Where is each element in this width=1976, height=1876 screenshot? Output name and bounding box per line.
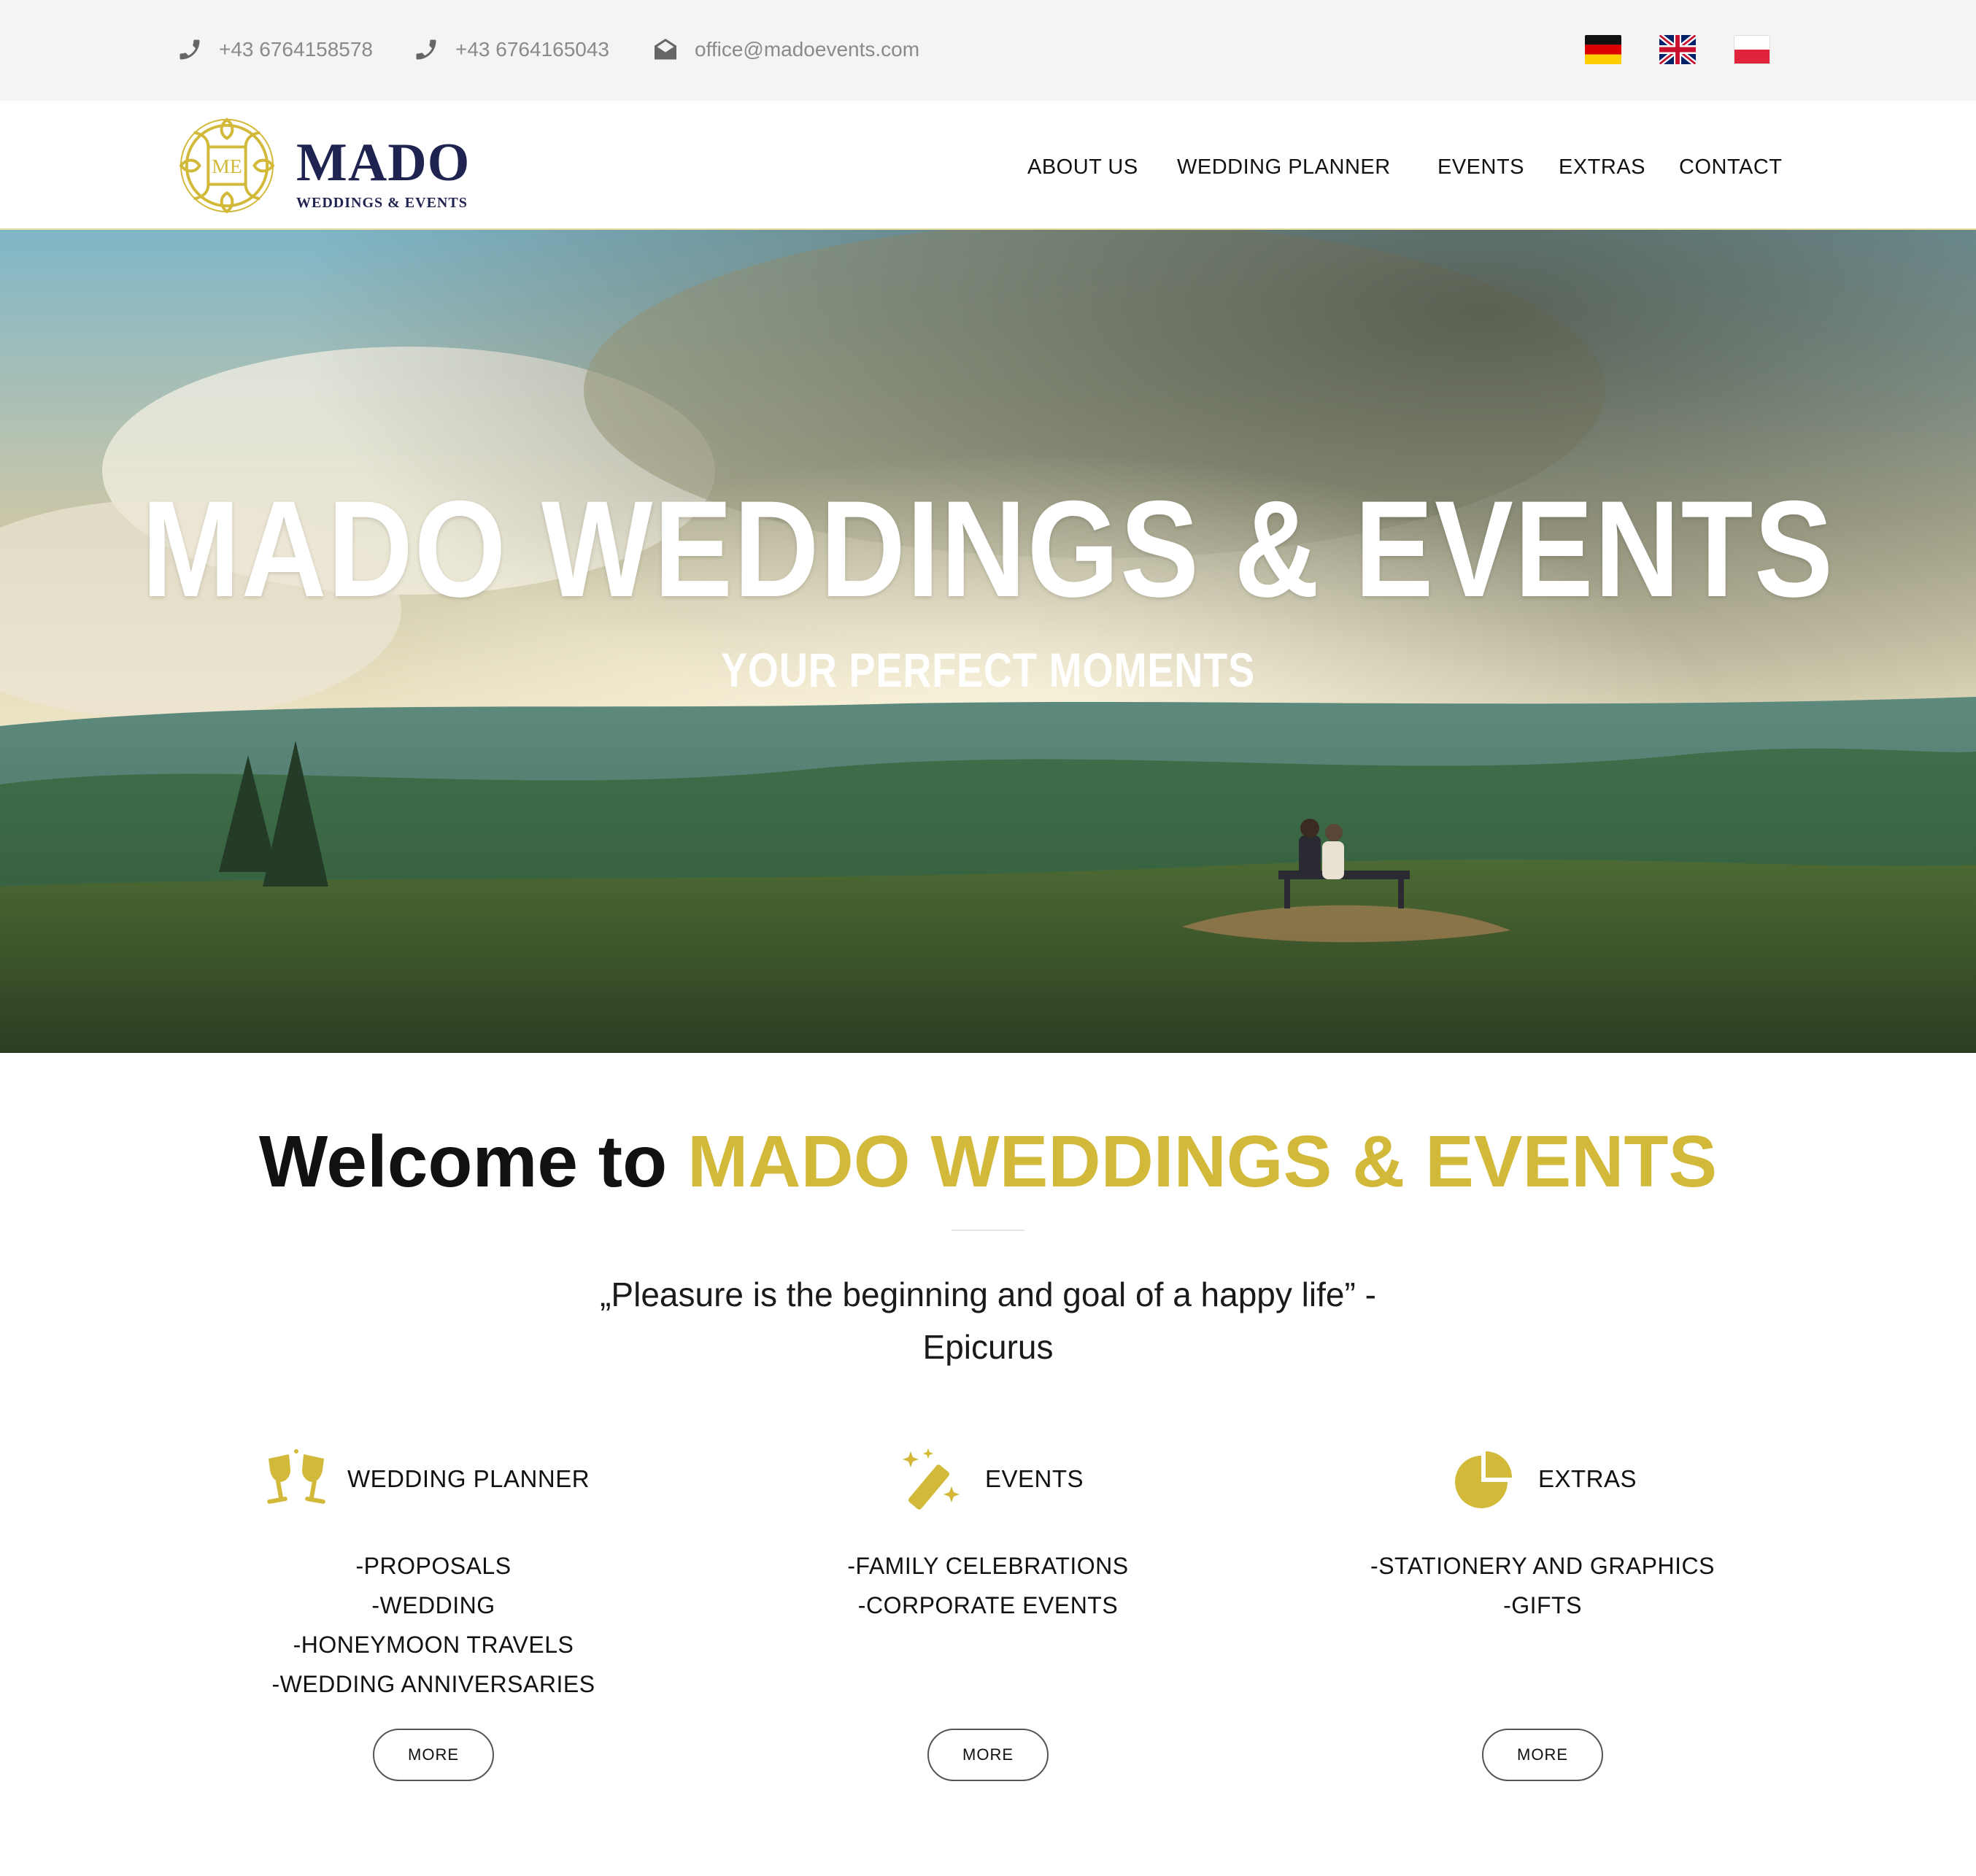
extras-more-button[interactable]: MORE — [1482, 1729, 1603, 1781]
phone-number-2: +43 6764165043 — [455, 38, 609, 61]
list-item: -PROPOSALS — [355, 1553, 512, 1579]
site-header: ME MADO WEDDINGS & EVENTS ABOUT US WEDDI… — [0, 101, 1976, 230]
wedding-planner-list: -PROPOSALS -WEDDING -HONEYMOON TRAVELS -… — [142, 1546, 725, 1704]
feature-extras-header: EXTRAS — [1452, 1448, 1637, 1510]
nav-contact[interactable]: CONTACT — [1679, 155, 1783, 180]
welcome-prefix: Welcome to — [258, 1121, 668, 1203]
feature-title: EXTRAS — [1538, 1465, 1637, 1492]
email-contact[interactable]: office@madoevents.com — [652, 32, 919, 67]
language-german-flag[interactable] — [1585, 35, 1621, 64]
events-list: -FAMILY CELEBRATIONS -CORPORATE EVENTS — [696, 1546, 1280, 1625]
hero-banner: MADO WEDDINGS & EVENTS YOUR PERFECT MOME… — [0, 230, 1976, 1053]
list-item: -STATIONERY AND GRAPHICS — [1370, 1553, 1715, 1579]
events-more-button[interactable]: MORE — [927, 1729, 1049, 1781]
list-item: -FAMILY CELEBRATIONS — [847, 1553, 1129, 1579]
logo-emblem-icon: ME — [179, 117, 275, 214]
pie-chart-icon — [1455, 1451, 1512, 1508]
epicurus-quote: „Pleasure is the beginning and goal of a… — [477, 1268, 1499, 1373]
magic-wand-icon — [903, 1448, 960, 1510]
welcome-brand: MADO WEDDINGS & EVENTS — [687, 1121, 1718, 1203]
nav-events[interactable]: EVENTS — [1437, 155, 1524, 180]
phone-number-1: +43 6764158578 — [219, 38, 373, 61]
nav-extras[interactable]: EXTRAS — [1559, 155, 1645, 180]
hero-subtitle: YOUR PERFECT MOMENTS — [720, 643, 1256, 697]
feature-wedding-planner-header: WEDDING PLANNER — [261, 1448, 590, 1510]
feature-title: WEDDING PLANNER — [347, 1465, 590, 1492]
logo-name: MADO — [296, 133, 471, 193]
quote-line-1: „Pleasure is the beginning and goal of a… — [600, 1275, 1376, 1313]
list-item: -CORPORATE EVENTS — [857, 1592, 1119, 1618]
language-polish-flag[interactable] — [1734, 35, 1770, 64]
welcome-heading: Welcome to MADO WEDDINGS & EVENTS — [0, 1124, 1976, 1200]
logo-monogram: ME — [212, 155, 242, 177]
phone-icon — [177, 36, 203, 63]
nav-wedding-planner[interactable]: WEDDING PLANNER — [1177, 155, 1391, 180]
quote-line-2: Epicurus — [922, 1328, 1054, 1366]
hero-title: MADO WEDDINGS & EVENTS — [142, 472, 1834, 625]
email-address: office@madoevents.com — [695, 38, 920, 61]
nav-about-us[interactable]: ABOUT US — [1027, 155, 1138, 180]
extras-list: -STATIONERY AND GRAPHICS -GIFTS — [1251, 1546, 1834, 1625]
site-logo[interactable]: ME MADO WEDDINGS & EVENTS — [177, 115, 483, 217]
list-item: -GIFTS — [1503, 1592, 1582, 1618]
envelope-icon — [652, 36, 679, 63]
phone-contact-1[interactable]: +43 6764158578 — [177, 32, 373, 67]
top-bar: +43 6764158578 +43 6764165043 office@mad… — [0, 0, 1976, 101]
list-item: -WEDDING — [371, 1592, 495, 1618]
list-item: -HONEYMOON TRAVELS — [293, 1632, 574, 1658]
feature-events-header: EVENTS — [899, 1448, 1084, 1510]
list-item: -WEDDING ANNIVERSARIES — [271, 1671, 595, 1697]
hero-landscape-image — [0, 230, 1976, 1053]
wedding-planner-more-button[interactable]: MORE — [373, 1729, 494, 1781]
phone-icon — [413, 36, 439, 63]
feature-title: EVENTS — [985, 1465, 1084, 1492]
logo-tagline: WEDDINGS & EVENTS — [296, 195, 468, 211]
phone-contact-2[interactable]: +43 6764165043 — [413, 32, 609, 67]
section-divider — [952, 1230, 1024, 1231]
champagne-glasses-icon — [267, 1449, 325, 1504]
language-english-flag[interactable] — [1659, 35, 1696, 64]
